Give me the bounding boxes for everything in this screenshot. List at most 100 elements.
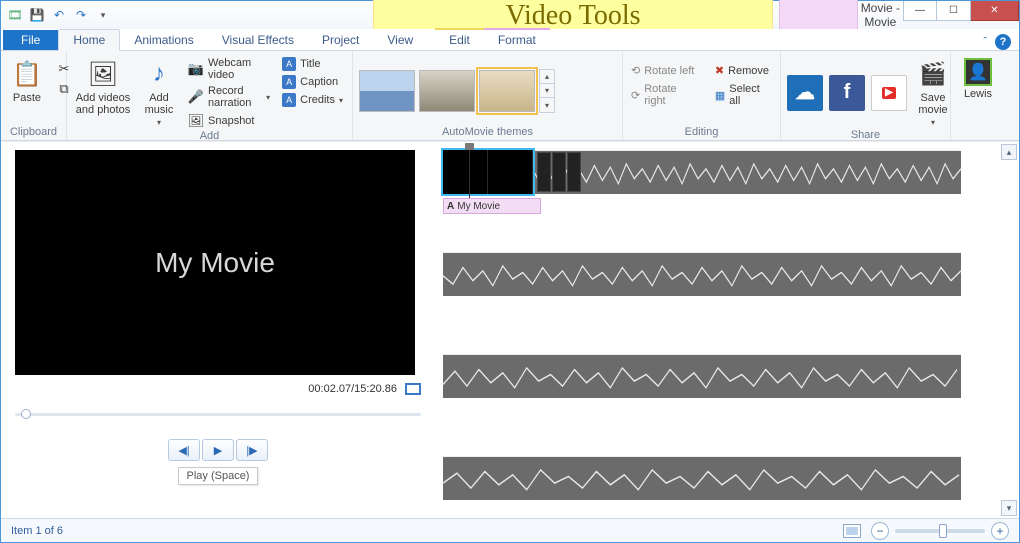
timeline-track-1[interactable]: A My Movie <box>443 150 997 198</box>
gallery-down-icon[interactable]: ▾ <box>540 84 554 98</box>
group-label-clipboard: Clipboard <box>7 126 60 140</box>
preview-pane: My Movie 00:02.07/15:20.86 ◀| ▶ |▶ Play … <box>1 142 433 518</box>
tab-view[interactable]: View <box>373 30 427 50</box>
preview-title-text: My Movie <box>155 247 275 279</box>
scroll-up-button[interactable]: ▴ <box>1001 144 1017 160</box>
status-bar: Item 1 of 6 − + <box>1 518 1019 542</box>
next-frame-button[interactable]: |▶ <box>236 439 268 461</box>
zoom-in-button[interactable]: + <box>991 522 1009 540</box>
paste-button[interactable]: 📋 Paste <box>7 56 47 106</box>
tab-home[interactable]: Home <box>58 29 120 51</box>
zoom-out-button[interactable]: − <box>871 522 889 540</box>
paste-icon: 📋 <box>11 58 43 90</box>
select-all-icon: ▦ <box>715 89 725 102</box>
ribbon-minimize-icon[interactable]: ˆ <box>983 36 987 48</box>
group-label-automovie: AutoMovie themes <box>359 126 616 140</box>
save-movie-button[interactable]: 🎬 Save movie <box>913 56 953 129</box>
add-music-button[interactable]: ♪ Add music <box>139 56 179 129</box>
prev-frame-icon: ◀| <box>178 444 189 457</box>
timeline-track-4[interactable] <box>443 456 997 504</box>
snapshot-button[interactable]: 🖼Snapshot <box>185 112 273 130</box>
seek-slider[interactable] <box>15 409 421 419</box>
gallery-up-icon[interactable]: ▴ <box>540 70 554 84</box>
avatar-icon: 👤 <box>964 58 992 86</box>
mic-icon: 🎤 <box>188 89 204 105</box>
tab-edit[interactable]: Edit <box>435 28 484 50</box>
zoom-slider[interactable] <box>895 529 985 533</box>
share-youtube-button[interactable]: ▶ <box>871 75 907 111</box>
remove-button[interactable]: ✖Remove <box>713 63 774 78</box>
play-icon: ▶ <box>214 444 222 457</box>
save-movie-icon: 🎬 <box>917 58 949 90</box>
tab-format[interactable]: Format <box>484 28 550 50</box>
timeline-track-2[interactable] <box>443 252 997 300</box>
seek-thumb[interactable] <box>21 409 31 419</box>
play-button[interactable]: ▶ <box>202 439 234 461</box>
fullscreen-icon[interactable] <box>405 383 421 395</box>
add-videos-button[interactable]: 🖼 Add videos and photos <box>73 56 133 118</box>
select-all-button[interactable]: ▦Select all <box>713 82 774 108</box>
title-clip-icon: A <box>447 201 454 212</box>
tab-file[interactable]: File <box>3 30 58 50</box>
rotate-right-icon: ⟳ <box>631 89 640 102</box>
close-button[interactable]: ✕ <box>971 1 1019 21</box>
theme-thumb-3[interactable] <box>479 70 535 112</box>
timeline-track-3[interactable] <box>443 354 997 402</box>
theme-thumb-1[interactable] <box>359 70 415 112</box>
prev-frame-button[interactable]: ◀| <box>168 439 200 461</box>
credits-icon: A <box>282 93 296 107</box>
remove-icon: ✖ <box>715 64 724 77</box>
tab-project[interactable]: Project <box>308 30 373 50</box>
save-icon[interactable]: 💾 <box>27 5 47 25</box>
playhead[interactable] <box>469 146 470 204</box>
undo-icon[interactable]: ↶ <box>49 5 69 25</box>
play-tooltip: Play (Space) <box>178 467 258 485</box>
app-icon: 🎞 <box>5 5 25 25</box>
rotate-left-button[interactable]: ⟲Rotate left <box>629 63 701 78</box>
tab-visual-effects[interactable]: Visual Effects <box>208 30 308 50</box>
share-onedrive-button[interactable]: ☁ <box>787 75 823 111</box>
caption-button[interactable]: ACaption <box>279 74 346 90</box>
timeline-pane[interactable]: A My Movie <box>433 142 1019 518</box>
video-clip[interactable] <box>443 354 961 398</box>
redo-icon[interactable]: ↷ <box>71 5 91 25</box>
caption-icon: A <box>282 75 296 89</box>
credits-button[interactable]: ACredits <box>279 92 346 108</box>
help-icon[interactable]: ? <box>995 34 1011 50</box>
group-label-editing: Editing <box>629 126 774 140</box>
ribbon-tabs: File Home Animations Visual Effects Proj… <box>1 29 1019 51</box>
onedrive-icon: ☁ <box>795 80 815 105</box>
webcam-button[interactable]: 📷Webcam video <box>185 56 273 82</box>
narration-button[interactable]: 🎤Record narration <box>185 84 273 110</box>
title-button[interactable]: ATitle <box>279 56 346 72</box>
signin-button[interactable]: 👤 Lewis <box>960 56 996 102</box>
rotate-right-button[interactable]: ⟳Rotate right <box>629 82 701 108</box>
theme-gallery-scroll[interactable]: ▴ ▾ ▾ <box>539 69 555 113</box>
video-clip[interactable] <box>443 456 961 500</box>
maximize-button[interactable]: ☐ <box>937 1 971 21</box>
title-icon: A <box>282 57 296 71</box>
title-clip[interactable] <box>443 150 533 194</box>
next-frame-icon: |▶ <box>246 444 257 457</box>
preview-video[interactable]: My Movie <box>15 150 415 375</box>
ribbon: 📋 Paste ✂ ⧉ Clipboard 🖼 Add videos and p… <box>1 51 1019 141</box>
minimize-button[interactable]: — <box>903 1 937 21</box>
webcam-icon: 📷 <box>188 61 204 77</box>
title-clip-label[interactable]: A My Movie <box>443 198 541 214</box>
zoom-thumb[interactable] <box>939 524 947 538</box>
youtube-icon: ▶ <box>882 87 896 99</box>
video-clip[interactable] <box>443 252 961 296</box>
qat-customize-icon[interactable]: ▾ <box>93 5 113 25</box>
thumbnail-view-button[interactable] <box>843 524 861 538</box>
scroll-down-button[interactable]: ▾ <box>1001 500 1017 516</box>
quick-access-toolbar: 🎞 💾 ↶ ↷ ▾ <box>1 5 113 25</box>
tab-animations[interactable]: Animations <box>120 30 207 50</box>
snapshot-icon: 🖼 <box>188 113 204 129</box>
gallery-more-icon[interactable]: ▾ <box>540 98 554 112</box>
theme-thumb-2[interactable] <box>419 70 475 112</box>
music-icon: ♪ <box>143 58 175 90</box>
share-facebook-button[interactable]: f <box>829 75 865 111</box>
title-bar: 🎞 💾 ↶ ↷ ▾ Video Tools Text Tools My Movi… <box>1 1 1019 29</box>
main-area: ▴ ▾ My Movie 00:02.07/15:20.86 ◀| ▶ |▶ P… <box>1 141 1019 518</box>
rotate-left-icon: ⟲ <box>631 64 640 77</box>
